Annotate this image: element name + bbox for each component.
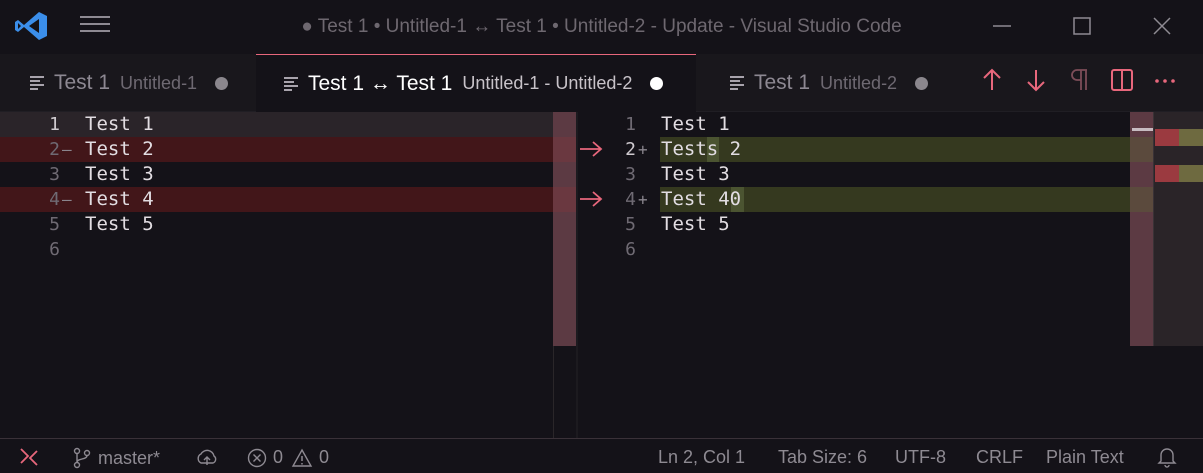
branch-name: master* bbox=[98, 447, 161, 468]
unsaved-dot-icon[interactable] bbox=[215, 76, 229, 90]
tab-sublabel: Untitled-1 bbox=[120, 72, 198, 93]
arrow-up-icon[interactable] bbox=[980, 67, 1004, 93]
line-number: 2 bbox=[49, 139, 60, 160]
line-number: 1 bbox=[625, 114, 636, 135]
line-text: Test 2 bbox=[85, 138, 154, 160]
line-number: 3 bbox=[49, 164, 60, 185]
scrollbar-deletion-mark bbox=[553, 187, 576, 212]
deletion-marker: — bbox=[62, 140, 72, 159]
scrollbar-slider[interactable] bbox=[1132, 128, 1153, 131]
diff-overview-ruler[interactable] bbox=[1153, 112, 1203, 346]
line-text: Test 5 bbox=[85, 213, 154, 235]
problems-indicator[interactable]: 0 0 bbox=[247, 447, 329, 468]
deleted-line-highlight bbox=[0, 137, 553, 162]
overview-insertion-mark bbox=[1179, 165, 1203, 182]
encoding-selector[interactable]: UTF-8 bbox=[895, 447, 946, 468]
overview-deletion-mark bbox=[1155, 129, 1179, 146]
arrow-down-icon[interactable] bbox=[1024, 67, 1048, 93]
tab-bar: Test 1 Untitled-1 Test 1 ↔ Test 1 Untitl… bbox=[0, 54, 1203, 112]
tab-untitled-2[interactable]: Test 1 Untitled-2 bbox=[730, 54, 929, 112]
pilcrow-icon[interactable] bbox=[1067, 67, 1091, 93]
line-number: 5 bbox=[625, 214, 636, 235]
line-text: Test 1 bbox=[661, 113, 730, 135]
cursor-position[interactable]: Ln 2, Col 1 bbox=[658, 447, 745, 468]
unsaved-dot-icon[interactable] bbox=[915, 76, 929, 90]
window-title: ● Test 1 • Untitled-1 ↔ Test 1 • Untitle… bbox=[301, 16, 902, 37]
split-editor-icon[interactable] bbox=[1110, 67, 1134, 93]
error-count: 0 bbox=[273, 447, 284, 467]
left-scrollbar[interactable] bbox=[553, 112, 576, 346]
error-icon bbox=[247, 448, 267, 467]
source-control-branch-icon bbox=[73, 447, 91, 469]
line-text: Tests 2 bbox=[661, 138, 742, 160]
branch-indicator[interactable]: master* bbox=[72, 447, 160, 469]
warning-count: 0 bbox=[319, 447, 330, 467]
file-text-icon bbox=[284, 76, 298, 91]
status-bar: master* 0 0 Ln 2, Col 1 Tab Size: 6 UTF-… bbox=[0, 438, 1203, 473]
scrollbar-insertion-mark bbox=[1130, 187, 1153, 212]
insertion-marker: + bbox=[638, 190, 648, 209]
line-text: Test 3 bbox=[85, 163, 154, 185]
eol-selector[interactable]: CRLF bbox=[976, 447, 1023, 468]
line-number: 6 bbox=[625, 239, 636, 260]
file-text-icon bbox=[730, 76, 744, 90]
more-icon[interactable] bbox=[1153, 67, 1177, 93]
minimize-icon[interactable] bbox=[990, 14, 1014, 38]
line-number: 6 bbox=[49, 239, 60, 260]
line-number: 5 bbox=[49, 214, 60, 235]
notifications-bell-icon[interactable] bbox=[1157, 446, 1177, 468]
tab-diff[interactable]: Test 1 ↔ Test 1 Untitled-1 - Untitled-2 bbox=[256, 54, 696, 112]
line-number: 4 bbox=[625, 189, 636, 210]
cloud-upload-icon[interactable] bbox=[195, 448, 219, 468]
revert-change-arrow-icon[interactable] bbox=[579, 189, 603, 209]
language-mode-selector[interactable]: Plain Text bbox=[1046, 447, 1124, 468]
line-number: 2 bbox=[625, 139, 636, 160]
scrollbar-deletion-mark bbox=[553, 137, 576, 162]
warning-icon bbox=[291, 448, 313, 467]
line-number: 3 bbox=[625, 164, 636, 185]
current-line-highlight bbox=[0, 112, 553, 137]
line-number: 1 bbox=[49, 114, 60, 135]
tab-sublabel: Untitled-1 - Untitled-2 bbox=[462, 73, 633, 93]
insertion-marker: + bbox=[638, 140, 648, 159]
tab-label: Test 1 bbox=[54, 71, 111, 94]
overview-deletion-mark bbox=[1155, 165, 1179, 182]
title-bar: ● Test 1 • Untitled-1 ↔ Test 1 • Untitle… bbox=[0, 0, 1203, 54]
tab-label: Test 1 ↔ Test 1 bbox=[308, 71, 453, 95]
deleted-line-highlight bbox=[0, 187, 553, 212]
line-text: Test 40 bbox=[661, 188, 742, 210]
maximize-icon[interactable] bbox=[1070, 14, 1094, 38]
tab-size-selector[interactable]: Tab Size: 6 bbox=[778, 447, 867, 468]
scrollbar-insertion-mark bbox=[1130, 137, 1153, 162]
diff-split-divider[interactable] bbox=[576, 112, 578, 438]
tab-sublabel: Untitled-2 bbox=[820, 72, 898, 93]
diff-editor[interactable]: 1 Test 1 2 — Test 2 3 Test 3 4 — Test 4 … bbox=[0, 112, 1203, 438]
tab-untitled-1[interactable]: Test 1 Untitled-1 bbox=[30, 54, 229, 112]
tab-label: Test 1 bbox=[754, 71, 811, 94]
close-window-icon[interactable] bbox=[1150, 14, 1174, 38]
overview-insertion-mark bbox=[1179, 129, 1203, 146]
line-text: Test 1 bbox=[85, 113, 154, 135]
deletion-marker: — bbox=[62, 190, 72, 209]
line-text: Test 5 bbox=[661, 213, 730, 235]
line-number: 4 bbox=[49, 189, 60, 210]
line-text: Test 4 bbox=[85, 188, 154, 210]
line-text: Test 3 bbox=[661, 163, 730, 185]
remote-icon[interactable] bbox=[18, 446, 40, 468]
unsaved-dot-icon[interactable] bbox=[650, 77, 664, 90]
revert-change-arrow-icon[interactable] bbox=[579, 139, 603, 159]
file-text-icon bbox=[30, 76, 44, 90]
right-scrollbar[interactable] bbox=[1130, 112, 1153, 346]
